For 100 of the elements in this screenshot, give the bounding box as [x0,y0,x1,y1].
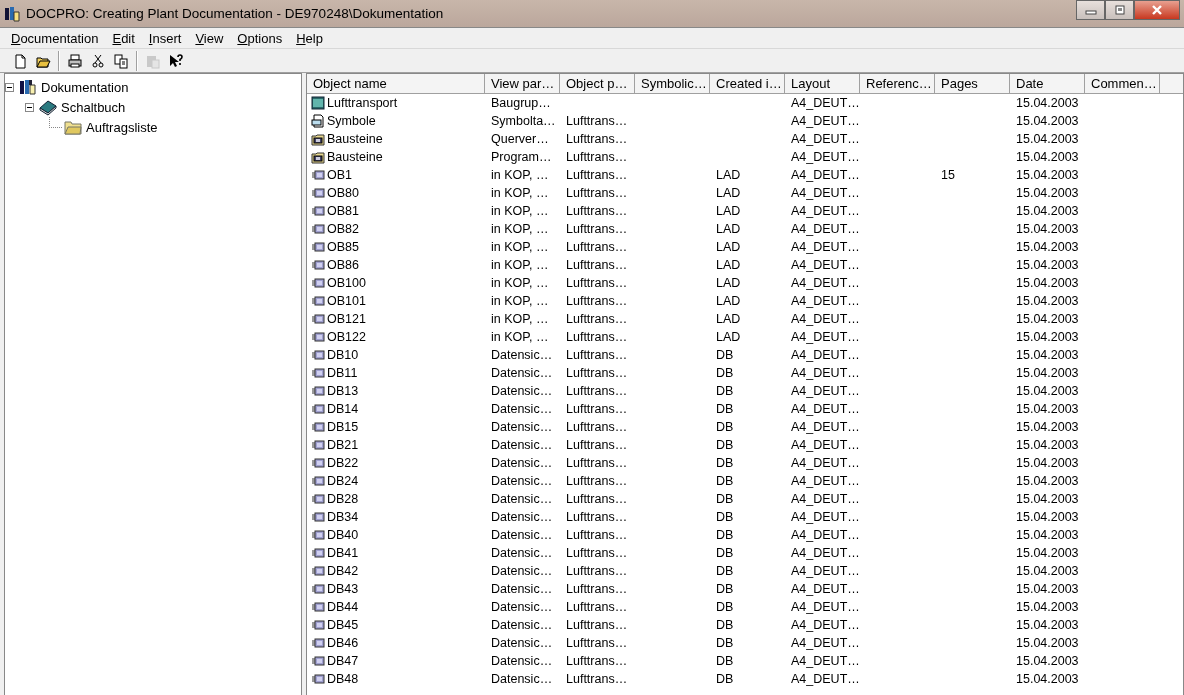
close-button[interactable] [1134,0,1180,20]
object-name[interactable]: DB46 [327,636,359,650]
table-cell: Lufttrans… [566,600,628,614]
object-name[interactable]: OB121 [327,312,366,326]
object-name[interactable]: DB40 [327,528,359,542]
minimize-button[interactable] [1076,0,1105,20]
scissors-icon[interactable] [90,52,106,69]
object-name[interactable]: OB100 [327,276,366,290]
table-cell: 15.04.2003 [1016,330,1079,344]
table-cell: Lufttrans… [566,384,628,398]
table-cell: A4_DEUT… [791,438,860,452]
object-name[interactable]: DB14 [327,402,359,416]
object-name[interactable]: OB1 [327,168,352,182]
menu-item[interactable]: Insert [141,30,189,46]
table-cell: 15.04.2003 [1016,672,1079,686]
block-icon [311,474,325,488]
column-header[interactable]: Symbolic… [635,74,710,94]
column-header[interactable]: Date [1010,74,1085,94]
column-header[interactable]: Object p… [560,74,635,94]
object-name[interactable]: DB11 [327,366,358,380]
printer-icon[interactable] [67,52,83,69]
column-header[interactable]: Referenc… [860,74,935,94]
table-cell: A4_DEUT… [791,528,860,542]
object-name[interactable]: DB15 [327,420,359,434]
column-header[interactable]: Commen… [1085,74,1160,94]
object-name[interactable]: DB44 [327,600,359,614]
table-cell: Lufttrans… [566,258,628,272]
maximize-button[interactable] [1105,0,1134,20]
object-name[interactable]: OB86 [327,258,359,272]
object-name[interactable]: OB80 [327,186,359,200]
table-cell: in KOP, … [491,276,549,290]
object-name[interactable]: DB28 [327,492,359,506]
column-header[interactable]: View par… [485,74,560,94]
object-name[interactable]: DB10 [327,348,359,362]
tree-item[interactable]: Schaltbuch [59,99,128,115]
block-icon [311,186,325,200]
block-icon [311,294,325,308]
object-name[interactable]: DB45 [327,618,359,632]
table-cell: Program… [491,150,552,164]
table-cell: Datensic… [491,564,553,578]
column-header[interactable]: Object name [307,74,485,94]
object-name[interactable]: DB34 [327,510,359,524]
menu-item[interactable]: Documentation [4,30,106,46]
help-pointer-icon[interactable] [168,52,184,69]
table-cell: Datensic… [491,600,553,614]
tree-item[interactable]: Auftragsliste [84,119,160,135]
table-cell: Lufttrans… [566,420,628,434]
collapse-toggle[interactable] [25,102,34,112]
table-cell: in KOP, … [491,240,549,254]
block-folder-icon [311,150,325,164]
object-name[interactable]: OB122 [327,330,366,344]
object-name[interactable]: DB22 [327,456,359,470]
table-cell: in KOP, … [491,294,549,308]
object-name[interactable]: DB13 [327,384,359,398]
table-cell: 15.04.2003 [1016,420,1079,434]
object-name[interactable]: Symbole [327,114,376,128]
table-cell: A4_DEUT… [791,222,860,236]
menu-item[interactable]: Edit [105,30,142,46]
column-header[interactable]: Pages [935,74,1010,94]
menu-item[interactable]: View [188,30,231,46]
block-icon [311,654,325,668]
copy-icon[interactable] [113,52,129,69]
object-name[interactable]: OB81 [327,204,359,218]
collapse-toggle[interactable] [5,82,14,92]
table-cell: LAD [716,168,741,182]
table-cell: Datensic… [491,672,553,686]
table-cell: 15.04.2003 [1016,186,1079,200]
object-name[interactable]: OB82 [327,222,359,236]
table-cell: DB [716,528,734,542]
tree-item[interactable]: Dokumentation [39,79,131,95]
table-cell: Lufttrans… [566,132,628,146]
folder-icon [64,118,82,136]
table-cell: Lufttrans… [566,168,628,182]
object-name[interactable]: DB24 [327,474,359,488]
object-name[interactable]: DB43 [327,582,359,596]
maximize-icon [1113,5,1126,15]
table-cell: Lufttrans… [566,312,628,326]
menu-item[interactable]: Help [289,30,330,46]
object-name[interactable]: DB42 [327,564,359,578]
object-name[interactable]: Bausteine [327,150,383,164]
table-cell: LAD [716,258,741,272]
column-header[interactable]: Layout [785,74,860,94]
new-file-icon[interactable] [12,52,28,69]
object-name[interactable]: Lufttransport [327,96,398,110]
menu-item[interactable]: Options [230,30,290,46]
object-name[interactable]: DB48 [327,672,359,686]
object-name[interactable]: DB47 [327,654,359,668]
table-cell: DB [716,582,734,596]
block-icon [311,438,325,452]
object-name[interactable]: OB101 [327,294,366,308]
object-name[interactable]: OB85 [327,240,359,254]
object-name[interactable]: DB21 [327,438,359,452]
object-name[interactable]: DB41 [327,546,359,560]
table-cell: 15 [941,168,955,182]
object-name[interactable]: Bausteine [327,132,383,146]
table-cell: A4_DEUT… [791,276,860,290]
block-icon [311,510,325,524]
table-cell: Datensic… [491,528,553,542]
column-header[interactable]: Created i… [710,74,785,94]
table-cell: Lufttrans… [566,438,628,452]
